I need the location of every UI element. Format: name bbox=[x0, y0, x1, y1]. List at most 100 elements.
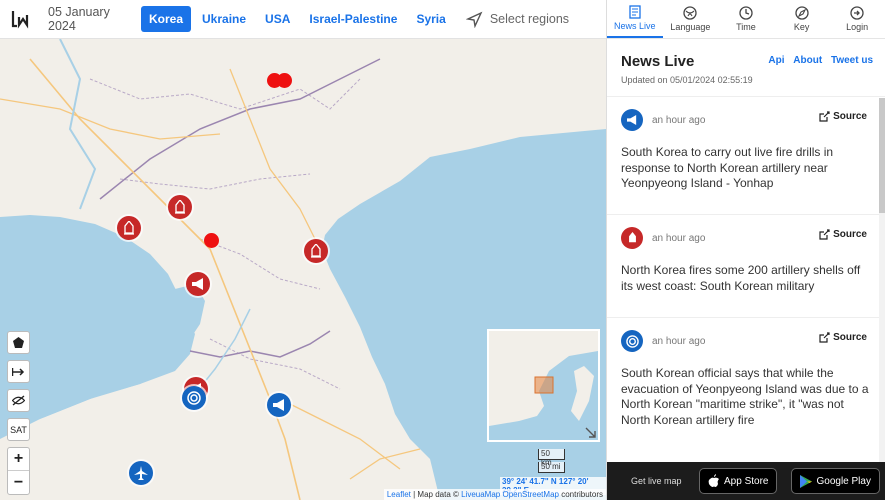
map-scale: 50 km 50 mi bbox=[538, 449, 565, 475]
panel-header: News Live Updated on 05/01/2024 02:55:19… bbox=[607, 39, 885, 97]
select-regions-button[interactable]: Select regions bbox=[465, 11, 569, 28]
google-play-button[interactable]: Google Play bbox=[791, 468, 880, 494]
news-time: an hour ago bbox=[652, 114, 706, 126]
measure-arrow-icon bbox=[12, 367, 25, 376]
openstreetmap-link[interactable]: OpenStreetMap bbox=[502, 490, 558, 499]
pentagon-icon bbox=[13, 337, 24, 348]
nav-news-live-label: News Live bbox=[614, 21, 656, 31]
tweet-us-link[interactable]: Tweet us bbox=[831, 55, 873, 66]
language-icon bbox=[683, 6, 698, 20]
incident-dot[interactable] bbox=[277, 73, 292, 88]
nav-language-label: Language bbox=[670, 22, 711, 32]
news-time: an hour ago bbox=[652, 232, 706, 244]
nav-time-label: Time bbox=[736, 22, 756, 32]
current-date[interactable]: 05 January 2024 bbox=[48, 5, 138, 33]
news-icon bbox=[629, 5, 641, 19]
megaphone-icon bbox=[192, 278, 203, 290]
minimap-base bbox=[489, 331, 598, 426]
panel-links: Api About Tweet us bbox=[762, 55, 873, 66]
external-link-icon bbox=[819, 229, 830, 240]
panel-nav: News Live Language Time Key Login bbox=[607, 0, 885, 39]
liveuamap-link[interactable]: LiveuaMap bbox=[461, 490, 500, 499]
region-tab-ukraine[interactable]: Ukraine bbox=[194, 6, 254, 32]
zoom-in-button[interactable]: + bbox=[8, 448, 29, 471]
incident-dot[interactable] bbox=[204, 233, 219, 248]
external-link-icon bbox=[819, 332, 830, 343]
news-text: South Korea to carry out live fire drill… bbox=[621, 145, 834, 190]
region-tab-syria[interactable]: Syria bbox=[408, 6, 453, 32]
updated-timestamp: Updated on 05/01/2024 02:55:19 bbox=[621, 75, 753, 85]
nav-login[interactable]: Login bbox=[829, 0, 885, 38]
attribution-text: | Map data © bbox=[410, 490, 462, 499]
attribution-suffix: contributors bbox=[558, 490, 603, 499]
news-time: an hour ago bbox=[652, 335, 706, 347]
lifebuoy-icon bbox=[187, 391, 201, 405]
login-icon bbox=[850, 6, 864, 20]
news-text: North Korea fires some 200 artillery she… bbox=[621, 263, 861, 293]
external-link-icon bbox=[819, 111, 830, 122]
artillery-shell-icon bbox=[124, 221, 134, 235]
minimap-collapse-icon[interactable] bbox=[585, 427, 596, 438]
region-tab-korea[interactable]: Korea bbox=[141, 6, 192, 32]
megaphone-marker-red[interactable] bbox=[186, 272, 210, 296]
nav-login-label: Login bbox=[846, 22, 869, 32]
artillery-shell-icon bbox=[311, 244, 321, 258]
region-tab-usa[interactable]: USA bbox=[257, 6, 298, 32]
news-item[interactable]: an hour ago Source South Korea to carry … bbox=[607, 97, 885, 215]
compass-icon bbox=[794, 6, 809, 20]
news-feed: an hour ago Source South Korea to carry … bbox=[607, 97, 885, 460]
about-link[interactable]: About bbox=[793, 55, 822, 66]
artillery-shell-icon bbox=[175, 200, 185, 214]
nav-time[interactable]: Time bbox=[718, 0, 774, 38]
map-canvas[interactable]: SAT + − 50 km 50 mi 39° 24' 41.7" N 127°… bbox=[0, 39, 606, 500]
measure-distance-button[interactable] bbox=[7, 360, 30, 383]
liveuamap-logo[interactable] bbox=[0, 0, 40, 39]
artillery-shell-marker[interactable] bbox=[117, 216, 141, 240]
leaflet-link[interactable]: Leaflet bbox=[387, 490, 411, 499]
scale-km: 50 km bbox=[538, 449, 565, 467]
news-item[interactable]: an hour ago Source North Korea fires som… bbox=[607, 215, 885, 318]
app-store-button[interactable]: App Store bbox=[699, 468, 778, 494]
eye-off-icon bbox=[12, 395, 25, 406]
app-footer: Get live map App Store Google Play bbox=[607, 462, 885, 500]
google-play-icon bbox=[800, 474, 813, 488]
lifebuoy-marker[interactable] bbox=[182, 386, 206, 410]
source-link[interactable]: Source bbox=[819, 229, 867, 240]
megaphone-marker-blue[interactable] bbox=[267, 393, 291, 417]
source-label: Source bbox=[833, 229, 867, 240]
navigation-arrow-icon bbox=[465, 11, 483, 28]
source-label: Source bbox=[833, 332, 867, 343]
source-link[interactable]: Source bbox=[819, 332, 867, 343]
artillery-shell-marker[interactable] bbox=[168, 195, 192, 219]
top-bar: 05 January 2024 Korea Ukraine USA Israel… bbox=[0, 0, 606, 39]
zoom-out-button[interactable]: − bbox=[8, 471, 29, 494]
nav-key[interactable]: Key bbox=[774, 0, 830, 38]
draw-polygon-button[interactable] bbox=[7, 331, 30, 354]
overview-minimap[interactable] bbox=[487, 329, 600, 442]
region-tab-israel-palestine[interactable]: Israel-Palestine bbox=[301, 6, 405, 32]
news-item[interactable]: an hour ago Source South Korean official… bbox=[607, 318, 885, 460]
news-panel: News Live Language Time Key Login News L… bbox=[606, 0, 885, 500]
megaphone-icon bbox=[621, 109, 643, 131]
artillery-shell-marker[interactable] bbox=[304, 239, 328, 263]
lifebuoy-icon bbox=[621, 330, 643, 352]
api-link[interactable]: Api bbox=[768, 55, 784, 66]
aircraft-marker[interactable] bbox=[129, 461, 153, 485]
satellite-toggle-button[interactable]: SAT bbox=[7, 418, 30, 441]
clock-icon bbox=[739, 6, 753, 20]
toggle-visibility-button[interactable] bbox=[7, 389, 30, 412]
map-attribution: Leaflet | Map data © LiveuaMap OpenStree… bbox=[383, 489, 606, 500]
get-live-map-label: Get live map bbox=[631, 476, 682, 486]
source-label: Source bbox=[833, 111, 867, 122]
app-store-label: App Store bbox=[724, 475, 769, 487]
aircraft-icon bbox=[134, 466, 148, 480]
zoom-control: + − bbox=[7, 447, 30, 495]
scale-mi: 50 mi bbox=[538, 462, 565, 473]
feed-scrollbar-thumb[interactable] bbox=[879, 98, 885, 213]
megaphone-icon bbox=[273, 399, 284, 411]
nav-language[interactable]: Language bbox=[663, 0, 719, 38]
source-link[interactable]: Source bbox=[819, 111, 867, 122]
apple-icon bbox=[708, 474, 719, 487]
news-text: South Korean official says that while th… bbox=[621, 366, 869, 427]
nav-news-live[interactable]: News Live bbox=[607, 0, 663, 38]
